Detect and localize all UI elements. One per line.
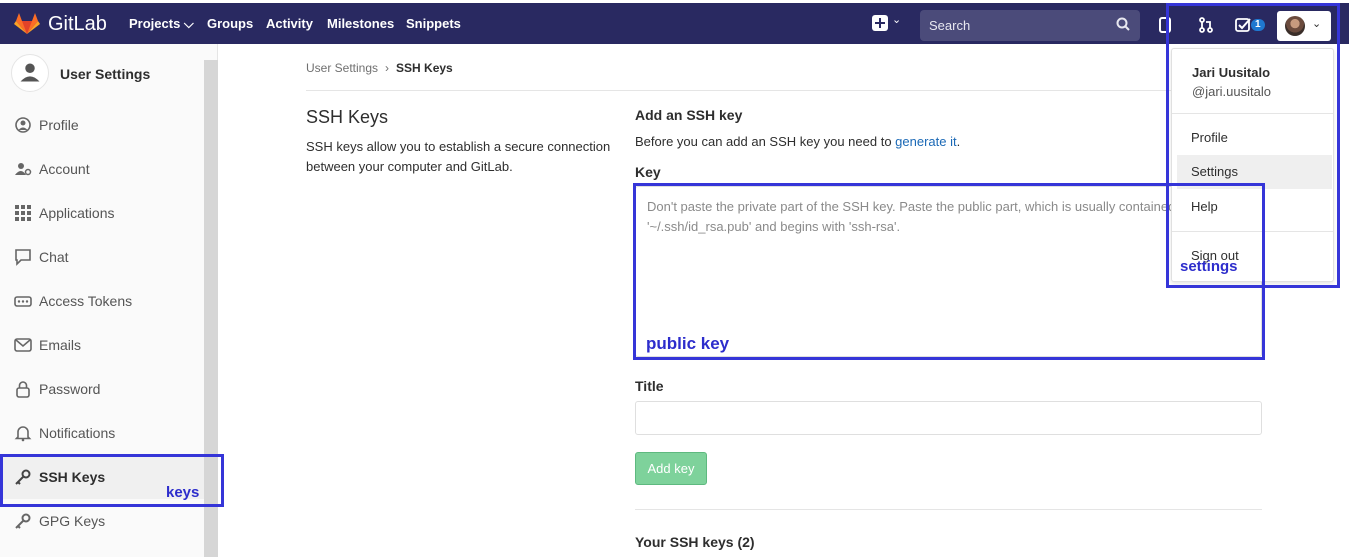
email-icon — [14, 338, 32, 352]
add-ssh-key-heading: Add an SSH key — [635, 107, 743, 123]
sidebar-item-notifications[interactable]: Notifications — [0, 411, 204, 455]
annotation-label-keys: keys — [166, 484, 200, 501]
nav-snippets[interactable]: Snippets — [406, 16, 461, 31]
key-label: Key — [635, 164, 661, 180]
sidebar-item-label: Password — [39, 381, 101, 397]
key-icon — [15, 513, 31, 529]
user-avatar-icon — [11, 54, 49, 92]
sidebar-item-profile[interactable]: Profile — [0, 103, 204, 147]
nav-milestones[interactable]: Milestones — [327, 16, 394, 31]
sidebar-item-chat[interactable]: Chat — [0, 235, 204, 279]
search-input[interactable]: Search — [920, 10, 1140, 41]
generate-it-link[interactable]: generate it — [895, 134, 956, 149]
search-icon — [1116, 17, 1130, 31]
sidebar-item-label: Notifications — [39, 425, 116, 441]
sidebar-item-label: Access Tokens — [39, 293, 133, 309]
sidebar-item-label: Account — [39, 161, 90, 177]
your-ssh-keys-heading: Your SSH keys (2) — [635, 534, 755, 550]
page-description: SSH keys allow you to establish a secure… — [306, 139, 611, 174]
new-item-plus-icon[interactable] — [872, 15, 888, 31]
title-input[interactable] — [635, 401, 1262, 435]
lock-icon — [16, 381, 30, 398]
nav-groups[interactable]: Groups — [207, 16, 253, 31]
account-icon — [15, 163, 32, 176]
breadcrumb-current[interactable]: SSH Keys — [396, 61, 453, 75]
top-navbar: GitLab Projects ⌵ Groups Activity Milest… — [0, 0, 1349, 44]
description-text: Before you can add an SSH key you need t… — [635, 134, 896, 149]
sidebar-item-label: Applications — [39, 205, 115, 221]
nav-projects[interactable]: Projects ⌵ — [129, 16, 194, 32]
divider — [306, 90, 1263, 91]
gitlab-logo-icon[interactable] — [14, 10, 40, 36]
annotation-label-public-key: public key — [646, 334, 730, 353]
description-suffix: . — [956, 134, 961, 149]
sidebar-item-label: Profile — [39, 117, 79, 133]
search-placeholder: Search — [929, 18, 971, 33]
sidebar-item-label: Emails — [39, 337, 82, 353]
profile-icon — [15, 117, 31, 133]
breadcrumb-parent[interactable]: User Settings — [306, 61, 378, 75]
chat-icon — [15, 249, 31, 266]
add-key-button[interactable]: Add key — [635, 452, 707, 485]
sidebar-item-account[interactable]: Account — [0, 147, 204, 191]
divider — [635, 509, 1262, 510]
sidebar-title: User Settings — [60, 66, 151, 82]
brand-name[interactable]: GitLab — [48, 13, 107, 36]
access-tokens-icon — [14, 296, 32, 307]
sidebar-item-label: GPG Keys — [39, 513, 106, 529]
add-ssh-key-description: Before you can add an SSH key you need t… — [635, 134, 960, 149]
nav-activity[interactable]: Activity — [266, 16, 313, 31]
breadcrumb: User Settings › SSH Keys — [306, 61, 453, 75]
sidebar-item-access-tokens[interactable]: Access Tokens — [0, 279, 204, 323]
title-label: Title — [635, 378, 664, 394]
bell-icon — [14, 426, 32, 442]
sidebar-item-label: Chat — [39, 249, 69, 265]
page-title: SSH Keys — [306, 107, 389, 127]
chevron-down-icon[interactable]: ⌄ — [892, 13, 901, 26]
sidebar-item-applications[interactable]: Applications — [0, 191, 204, 235]
applications-icon — [15, 205, 31, 221]
sidebar-item-password[interactable]: Password — [0, 367, 204, 411]
sidebar-item-emails[interactable]: Emails — [0, 323, 204, 367]
chevron-right-icon: › — [385, 61, 390, 75]
